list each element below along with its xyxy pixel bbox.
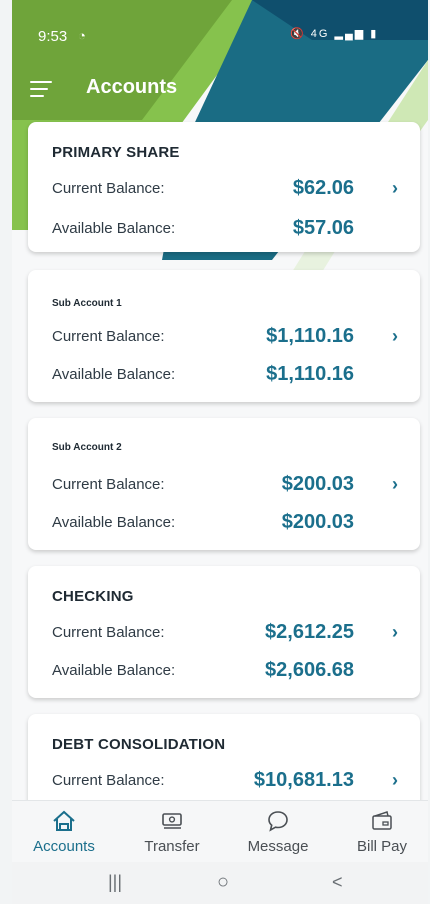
page-title: Accounts bbox=[86, 76, 178, 98]
account-title: PRIMARY SHARE bbox=[52, 144, 180, 161]
nav-accounts[interactable]: Accounts bbox=[14, 801, 114, 863]
available-balance-label: Available Balance: bbox=[52, 514, 176, 531]
account-title: Sub Account 1 bbox=[52, 298, 122, 309]
bottom-nav: Accounts Transfer Message Bill Pay bbox=[12, 800, 428, 862]
chevron-right-icon[interactable]: › bbox=[392, 326, 398, 347]
status-bar: 9:53 ◔ 🔇 4G ▂▄▆ ▮ bbox=[12, 0, 428, 56]
status-time: 9:53 bbox=[38, 28, 68, 45]
nav-message[interactable]: Message bbox=[228, 801, 328, 863]
home-icon bbox=[53, 810, 75, 831]
available-balance-amount: $1,110.16 bbox=[266, 363, 354, 385]
current-balance-amount: $10,681.13 bbox=[253, 769, 354, 791]
nav-label: Bill Pay bbox=[356, 838, 408, 855]
chevron-right-icon[interactable]: › bbox=[392, 770, 398, 791]
current-balance-label: Current Balance: bbox=[52, 624, 165, 641]
available-balance-amount: $2,606.68 bbox=[265, 659, 354, 681]
chat-icon bbox=[268, 811, 288, 832]
current-balance-label: Current Balance: bbox=[52, 476, 165, 493]
bill-icon bbox=[372, 811, 392, 830]
back-button[interactable]: < bbox=[332, 872, 343, 893]
account-title: Sub Account 2 bbox=[52, 442, 122, 453]
available-balance-amount: $57.06 bbox=[292, 217, 354, 239]
home-button[interactable]: ○ bbox=[217, 871, 229, 894]
account-title: CHECKING bbox=[52, 588, 134, 605]
hamburger-menu-icon[interactable] bbox=[30, 81, 52, 97]
nav-label: Transfer bbox=[144, 838, 200, 855]
account-card-checking[interactable]: CHECKING Current Balance: $2,612.25 › Av… bbox=[28, 566, 420, 698]
available-balance-label: Available Balance: bbox=[52, 366, 176, 383]
chevron-right-icon[interactable]: › bbox=[392, 178, 398, 199]
account-card-primary-share[interactable]: PRIMARY SHARE Current Balance: $62.06 › … bbox=[28, 122, 420, 252]
money-icon bbox=[162, 813, 182, 829]
account-card-sub-account-1[interactable]: Sub Account 1 Current Balance: $1,110.16… bbox=[28, 270, 420, 402]
current-balance-label: Current Balance: bbox=[52, 180, 165, 197]
current-balance-amount: $2,612.25 bbox=[265, 621, 354, 643]
system-nav-bar: ||| ○ < bbox=[12, 862, 428, 904]
status-notification-icon: ◔ bbox=[78, 28, 86, 43]
available-balance-amount: $200.03 bbox=[281, 511, 354, 533]
current-balance-label: Current Balance: bbox=[52, 772, 165, 789]
nav-label: Accounts bbox=[33, 838, 95, 855]
nav-bill-pay[interactable]: Bill Pay bbox=[332, 801, 428, 863]
chevron-right-icon[interactable]: › bbox=[392, 622, 398, 643]
accounts-list[interactable]: PRIMARY SHARE Current Balance: $62.06 › … bbox=[12, 116, 428, 800]
nav-transfer[interactable]: Transfer bbox=[122, 801, 222, 863]
account-title: DEBT CONSOLIDATION bbox=[52, 736, 226, 753]
app-bar: Accounts bbox=[12, 56, 428, 116]
recents-button[interactable]: ||| bbox=[108, 872, 122, 893]
chevron-right-icon[interactable]: › bbox=[392, 474, 398, 495]
status-signal-icons: 🔇 4G ▂▄▆ ▮ bbox=[290, 28, 379, 40]
account-card-sub-account-2[interactable]: Sub Account 2 Current Balance: $200.03 ›… bbox=[28, 418, 420, 550]
available-balance-label: Available Balance: bbox=[52, 662, 176, 679]
available-balance-label: Available Balance: bbox=[52, 220, 176, 237]
app-screen: 9:53 ◔ 🔇 4G ▂▄▆ ▮ Accounts PRIMARY SHARE… bbox=[12, 0, 428, 904]
nav-label: Message bbox=[247, 838, 309, 855]
current-balance-label: Current Balance: bbox=[52, 328, 165, 345]
current-balance-amount: $200.03 bbox=[281, 473, 354, 495]
account-card-debt-consolidation[interactable]: DEBT CONSOLIDATION Current Balance: $10,… bbox=[28, 714, 420, 800]
current-balance-amount: $62.06 bbox=[292, 177, 354, 199]
current-balance-amount: $1,110.16 bbox=[266, 325, 354, 347]
